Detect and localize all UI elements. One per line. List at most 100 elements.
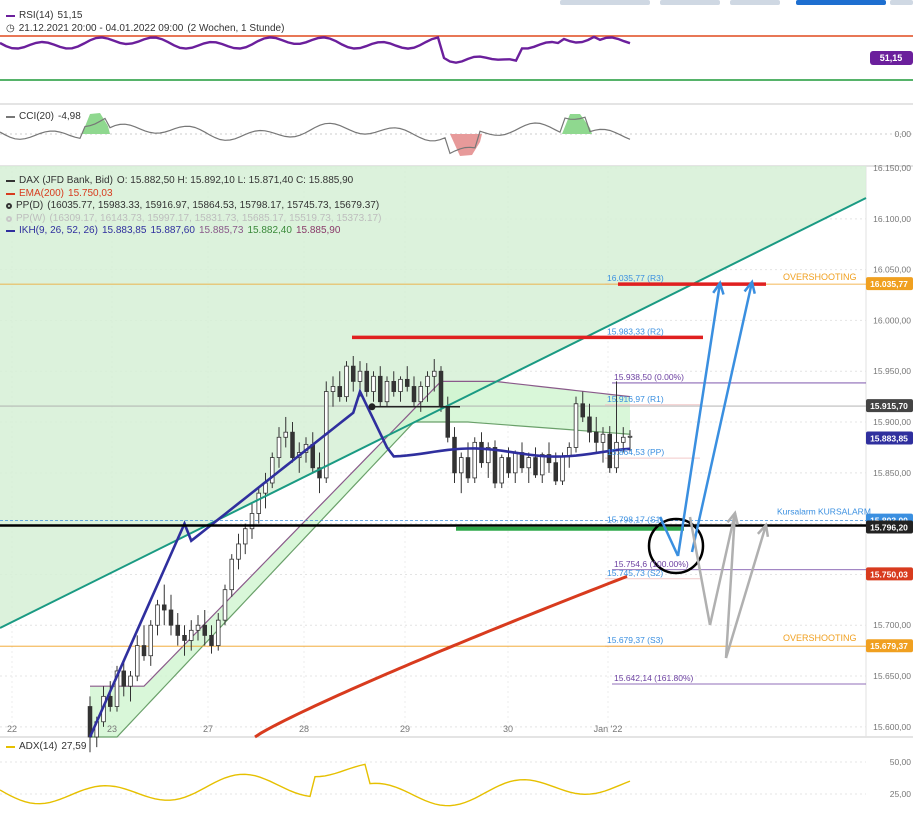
candle-up: [357, 370, 363, 382]
chart-svg: 0,00 50,00 25,00 16.150,00 16.100,00 16.050…: [0, 35, 913, 807]
candle-up: [330, 386, 336, 392]
candle-up: [526, 457, 532, 469]
pp-w-dot: [6, 215, 12, 222]
price-badge-text: 15.915,70: [870, 401, 908, 411]
candle-up: [573, 403, 579, 448]
candle-down: [438, 370, 444, 408]
toolbar-segment-active[interactable]: [796, 0, 886, 5]
pp-w-values: (16309.17, 16143.73, 15997.17, 15831.73,…: [49, 212, 382, 224]
adx-value: 27,59: [61, 741, 87, 752]
x-tick-label: 22: [7, 724, 17, 734]
candle-up: [512, 452, 518, 474]
x-tick-label: 29: [400, 724, 410, 734]
candle-up: [215, 619, 221, 646]
pivot-level-label: 16.035,77 (R3): [607, 273, 664, 283]
candle-up: [188, 629, 194, 641]
ema-title: EMA(200): [19, 187, 65, 199]
toolbar-segment[interactable]: [890, 0, 913, 5]
cci-negative-fill: [450, 134, 482, 156]
ikh-title: IKH(9, 26, 52, 26): [19, 225, 98, 236]
ikh-row: IKH(9, 26, 52, 26) 15.883,85 15.887,60 1…: [6, 225, 381, 238]
adx-tick-label: 50,00: [890, 757, 912, 767]
pp-w-row: PP(W) (16309.17, 16143.73, 15997.17, 158…: [6, 213, 381, 226]
pivot-level-label: 15.864,53 (PP): [607, 447, 664, 457]
candle-down: [445, 406, 451, 438]
adx-tick-label: 25,00: [890, 789, 912, 799]
candle-up: [431, 370, 437, 377]
candle-down: [168, 609, 174, 626]
price-badge-text: 15.883,85: [870, 433, 908, 443]
candle-up: [458, 457, 464, 474]
candle-down: [452, 436, 457, 474]
toolbar-segment[interactable]: [560, 0, 650, 5]
pivot-level-label: 15.798,17 (S1): [607, 514, 663, 524]
kursalarm-label-caps: KURSALARM: [818, 507, 871, 517]
cci-legend: CCI(20) -4,98: [6, 111, 81, 124]
candle-down: [533, 457, 538, 476]
y-tick-label: 16.150,00: [873, 163, 911, 173]
candle-up: [134, 645, 140, 677]
price-badge-text: 15.796,20: [870, 522, 908, 532]
candle-down: [121, 670, 127, 687]
ikh-value-4: 15.882,40: [247, 225, 292, 236]
candle-up: [195, 624, 201, 631]
price-badge-text: 16.035,77: [870, 279, 908, 289]
pp-d-dot: [6, 203, 12, 210]
candle-up: [128, 675, 133, 687]
x-tick-label: Jan '22: [594, 724, 623, 734]
adx-layer: 50,00 25,00: [0, 757, 912, 807]
pivot-level-label: 15.983,33 (R2): [607, 326, 664, 336]
adx-legend: ADX(14) 27,59: [6, 741, 86, 754]
kursalarm-label: Kursalarm: [777, 507, 816, 517]
candle-up: [242, 528, 248, 545]
candle-down: [364, 370, 370, 392]
toolbar-segment[interactable]: [730, 0, 780, 5]
overshoot-label-top: OVERSHOOTING: [783, 272, 857, 282]
pp-w-title: PP(W): [16, 212, 46, 224]
ikh-value-1: 15.883,85: [101, 225, 147, 236]
y-tick-label: 15.700,00: [873, 620, 911, 630]
candle-down: [411, 386, 417, 403]
price-badge-text: 15.750,03: [870, 569, 908, 579]
candle-up: [627, 435, 633, 438]
candle-up: [283, 431, 289, 438]
candle-down: [310, 443, 316, 469]
breakout-marker-dot: [368, 403, 376, 411]
candle-up: [560, 456, 565, 482]
adx-line: [0, 763, 631, 807]
x-tick-label: 27: [203, 724, 213, 734]
candle-down: [492, 447, 498, 484]
candle-up: [256, 492, 262, 514]
ikh-value-3: 15.885,73: [198, 225, 244, 236]
top-toolbar-strip: [560, 0, 913, 6]
ema-row: EMA(200) 15.750,03: [6, 188, 381, 201]
x-tick-label: 28: [299, 724, 309, 734]
badge-layer: 51,1516.035,7715.915,7015.883,8515.803,0…: [866, 51, 913, 653]
candle-up: [222, 589, 228, 621]
candle-down: [107, 695, 113, 707]
toolbar-segment[interactable]: [660, 0, 720, 5]
candle-down: [337, 386, 343, 398]
candle-down: [350, 365, 356, 382]
x-tick-label: 30: [503, 724, 513, 734]
rsi-value: 51,15: [57, 10, 83, 21]
period-text: 21.12.2021 20:00 - 04.01.2022 09:00: [18, 22, 184, 34]
x-tick-label: 23: [107, 724, 117, 734]
candle-down: [209, 634, 214, 646]
candle-up: [398, 378, 403, 392]
instrument-row: DAX (JFD Bank, Bid) O: 15.882,50 H: 15.8…: [6, 175, 381, 188]
candle-up: [371, 375, 376, 392]
candle-down: [479, 441, 484, 464]
fib-level-label: 15.938,50 (0.00%): [614, 372, 684, 382]
y-tick-label: 15.900,00: [873, 417, 911, 427]
y-tick-label: 15.600,00: [873, 722, 911, 732]
blue-arrow-up-2: [690, 281, 754, 553]
y-tick-label: 15.950,00: [873, 366, 911, 376]
candle-up: [229, 558, 235, 591]
rsi-badge-text: 51,15: [880, 53, 903, 63]
pivot-level-label: 15.916,97 (R1): [607, 394, 664, 404]
candle-up: [155, 604, 160, 626]
period-row: ◷ 21.12.2021 20:00 - 04.01.2022 09:00 (2…: [6, 23, 284, 36]
candle-down: [506, 457, 511, 474]
y-tick-label: 16.100,00: [873, 214, 911, 224]
